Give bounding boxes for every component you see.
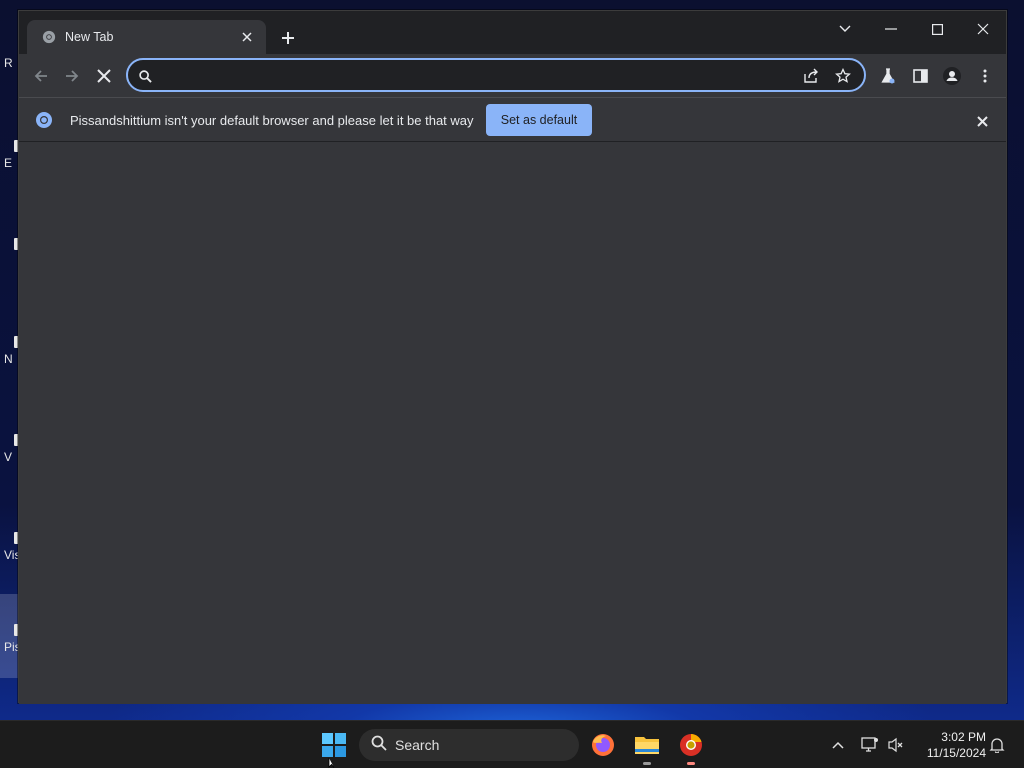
forward-button[interactable] [58, 62, 86, 90]
page-content [19, 142, 1006, 704]
chromium-icon [41, 29, 57, 45]
desktop-shortcut-1[interactable]: R [0, 56, 18, 70]
desktop-shortcut-label: N [4, 352, 13, 366]
side-panel-icon[interactable] [906, 62, 934, 90]
set-as-default-button[interactable]: Set as default [486, 104, 592, 136]
close-tab-icon[interactable] [238, 28, 256, 46]
taskbar-clock[interactable]: 3:02 PM 11/15/2024 [914, 729, 986, 761]
new-tab-button[interactable] [276, 26, 300, 50]
search-icon [136, 67, 154, 85]
share-icon[interactable] [802, 67, 820, 85]
windows-logo-icon [322, 733, 346, 757]
file-explorer-icon[interactable] [631, 729, 663, 765]
desktop-shortcut-label: R [4, 56, 13, 70]
taskbar-search[interactable]: Search [359, 729, 579, 761]
mouse-cursor-icon [328, 758, 335, 768]
taskbar-search-label: Search [395, 737, 440, 753]
chevron-up-icon[interactable] [826, 733, 850, 757]
search-icon [371, 735, 387, 756]
pissandshittium-icon[interactable] [675, 729, 707, 765]
infobar-message: Pissandshittium isn't your default brows… [70, 113, 474, 128]
tab-new-tab[interactable]: New Tab [27, 20, 266, 54]
stop-loading-button[interactable] [90, 62, 118, 90]
network-icon[interactable] [858, 733, 882, 757]
desktop-shortcut-label: E [4, 156, 13, 170]
clock-date: 11/15/2024 [926, 746, 986, 760]
omnibox[interactable] [126, 58, 866, 92]
toolbar [19, 54, 1006, 97]
running-indicator [687, 762, 695, 765]
desktop-shortcut-label: Vis [4, 548, 18, 562]
firefox-icon[interactable] [587, 729, 619, 761]
desktop-shortcut-label: Pis [4, 640, 18, 654]
running-indicator [643, 762, 651, 765]
maximize-button[interactable] [919, 15, 955, 43]
close-window-button[interactable] [965, 15, 1001, 43]
clock-time: 3:02 PM [941, 730, 986, 744]
minimize-button[interactable] [873, 15, 909, 43]
omnibox-input[interactable] [158, 65, 788, 85]
bookmark-star-icon[interactable] [834, 67, 852, 85]
tab-title: New Tab [65, 30, 114, 44]
start-button[interactable] [318, 729, 350, 761]
volume-muted-icon[interactable] [884, 733, 908, 757]
desktop-shortcut-4[interactable]: N [0, 336, 18, 366]
taskbar: Search 3:02 PM 11/15/2024 [0, 720, 1024, 768]
desktop-shortcut-6[interactable]: Vis [0, 532, 18, 562]
default-browser-infobar: Pissandshittium isn't your default brows… [19, 97, 1006, 142]
browser-window: New Tab Pissandshittium isn't your defau… [18, 10, 1007, 704]
back-button[interactable] [27, 62, 55, 90]
notification-bell-icon[interactable] [985, 733, 1009, 757]
labs-flask-icon[interactable] [874, 62, 902, 90]
desktop-shortcut-2[interactable]: E [0, 140, 18, 170]
desktop-shortcut-label: V [4, 450, 13, 464]
desktop-shortcut-3[interactable] [0, 238, 18, 268]
desktop-shortcut-selected[interactable]: Pis [0, 594, 18, 678]
more-menu-icon[interactable] [971, 62, 999, 90]
desktop-shortcut-5[interactable]: V [0, 434, 18, 464]
chromium-icon [35, 111, 53, 129]
tab-search-chevron-icon[interactable] [827, 15, 863, 43]
profile-avatar-icon[interactable] [938, 62, 966, 90]
tab-strip: New Tab [19, 11, 1006, 54]
desktop-shortcut-label [0, 254, 4, 268]
close-infobar-icon[interactable] [971, 110, 993, 132]
